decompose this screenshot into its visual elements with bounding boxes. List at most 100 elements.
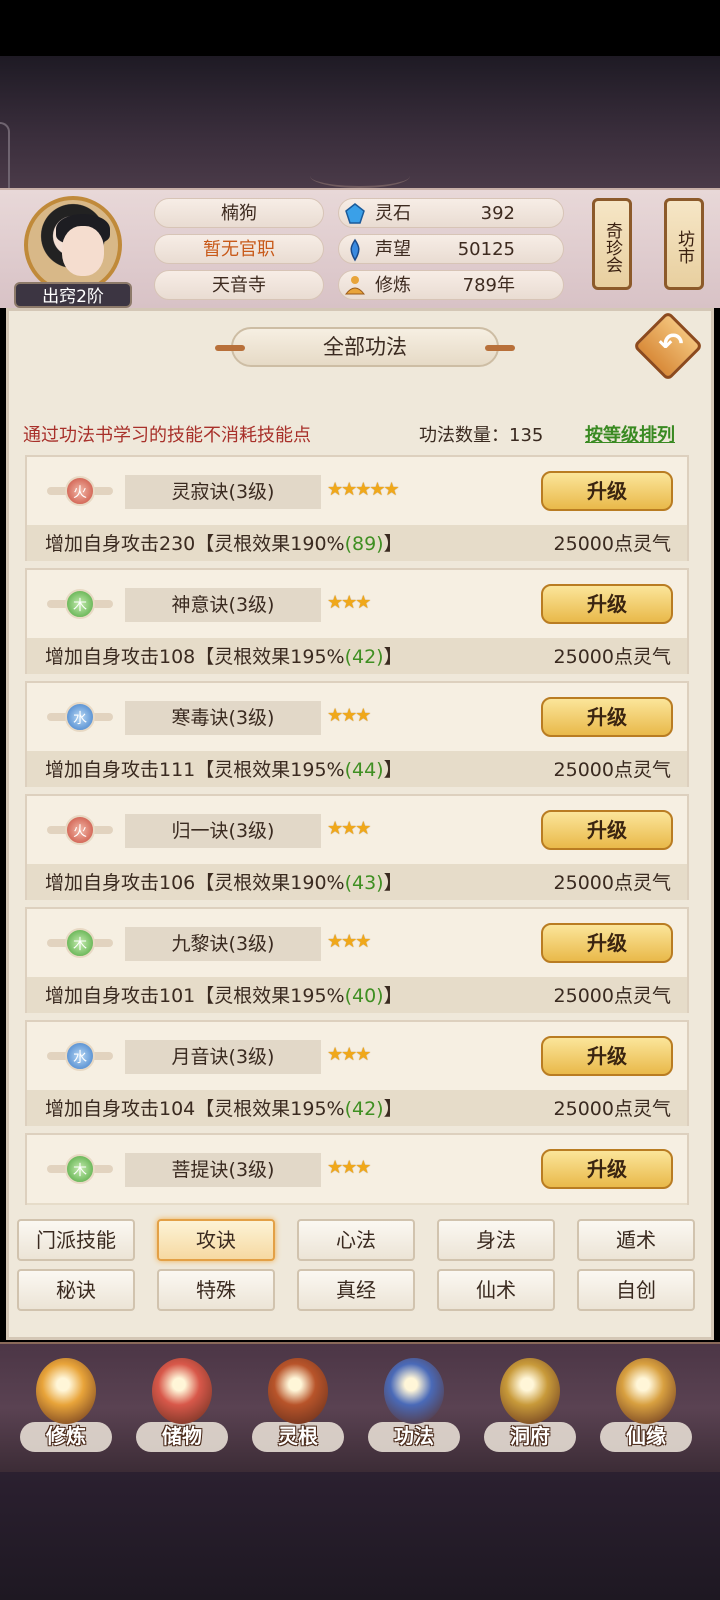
skill-card[interactable]: 火 灵寂诀(3级) ★★★★★ 升级 增加自身攻击230【灵根效果190%(89… (25, 455, 689, 561)
nav-label: 仙缘 (626, 1424, 666, 1448)
skill-effect-close: 】 (383, 872, 403, 894)
skill-cost: 25000点灵气 (553, 533, 671, 555)
category-tab[interactable]: 秘诀 (17, 1269, 135, 1311)
upgrade-button[interactable]: 升级 (541, 584, 673, 624)
avatar-portrait (24, 196, 122, 294)
skill-cost: 25000点灵气 (553, 872, 671, 894)
nav-item[interactable]: 洞府 (478, 1352, 582, 1468)
category-tab[interactable]: 心法 (297, 1219, 415, 1261)
category-tab[interactable]: 遁术 (577, 1219, 695, 1261)
skill-cost: 25000点灵气 (553, 646, 671, 668)
category-tab[interactable]: 身法 (437, 1219, 555, 1261)
star-rating: ★★★ (327, 1157, 371, 1178)
market-button[interactable]: 坊市 (664, 198, 704, 290)
player-bar: 出窍2阶 楠狗 暂无官职 天音寺 灵石 392 声望 50125 修炼 789年… (0, 188, 720, 308)
skill-card[interactable]: 木 神意诀(3级) ★★★ 升级 增加自身攻击108【灵根效果195%(42)】… (25, 568, 689, 674)
star-rating: ★★★ (327, 1044, 371, 1065)
element-icon: 木 (65, 589, 95, 619)
skill-name: 神意诀(3级) (125, 588, 321, 622)
category-tab[interactable]: 真经 (297, 1269, 415, 1311)
gourd-icon (616, 1358, 676, 1424)
sort-by-level-link[interactable]: 按等级排列 (585, 421, 675, 447)
upgrade-button[interactable]: 升级 (541, 923, 673, 963)
spirit-root-icon (268, 1358, 328, 1424)
official-title: 暂无官职 (154, 234, 324, 264)
element-badge: 木 (47, 925, 113, 961)
skill-card-header: 木 神意诀(3级) ★★★ 升级 (27, 570, 687, 638)
skill-card-footer (27, 1203, 687, 1205)
category-tab[interactable]: 仙术 (437, 1269, 555, 1311)
meditation-icon (36, 1358, 96, 1424)
skill-card-header: 水 月音诀(3级) ★★★ 升级 (27, 1022, 687, 1090)
skill-card[interactable]: 木 九黎诀(3级) ★★★ 升级 增加自身攻击101【灵根效果195%(40)】… (25, 907, 689, 1013)
skill-effect: 增加自身攻击104【灵根效果195%(42)】 (45, 1094, 403, 1121)
bottom-nav: 修炼 储物 灵根 功法 洞府 仙缘 (0, 1342, 720, 1472)
skill-card-header: 木 九黎诀(3级) ★★★ 升级 (27, 909, 687, 977)
upgrade-button[interactable]: 升级 (541, 1149, 673, 1189)
upgrade-button[interactable]: 升级 (541, 1036, 673, 1076)
star-rating: ★★★ (327, 592, 371, 613)
skill-effect-bonus: (42) (344, 1098, 384, 1120)
nav-item[interactable]: 仙缘 (594, 1352, 698, 1468)
skill-card-footer: 增加自身攻击108【灵根效果195%(42)】 25000点灵气 (27, 638, 687, 674)
bag-icon (152, 1358, 212, 1424)
skill-card[interactable]: 火 归一诀(3级) ★★★ 升级 增加自身攻击106【灵根效果190%(43)】… (25, 794, 689, 900)
skill-card-header: 水 寒毒诀(3级) ★★★ 升级 (27, 683, 687, 751)
nav-label: 修炼 (46, 1424, 86, 1448)
element-icon: 木 (65, 1154, 95, 1184)
skill-name: 菩提诀(3级) (125, 1153, 321, 1187)
reputation-row: 声望 50125 (338, 234, 564, 264)
skill-effect-bonus: (40) (344, 985, 384, 1007)
skill-card-footer: 增加自身攻击111【灵根效果195%(44)】 25000点灵气 (27, 751, 687, 787)
nav-item[interactable]: 储物 (130, 1352, 234, 1468)
player-name: 楠狗 (154, 198, 324, 228)
upgrade-button[interactable]: 升级 (541, 471, 673, 511)
skill-effect-bonus: (44) (344, 759, 384, 781)
cultivation-label: 修炼 (375, 275, 411, 296)
skill-list[interactable]: 火 灵寂诀(3级) ★★★★★ 升级 增加自身攻击230【灵根效果190%(89… (25, 455, 689, 1205)
reputation-icon (350, 238, 360, 262)
avatar[interactable]: 出窍2阶 (14, 196, 132, 308)
skill-effect-text: 增加自身攻击104【灵根效果195% (45, 1098, 345, 1120)
avatar-face (62, 226, 104, 276)
star-rating: ★★★ (327, 931, 371, 952)
element-badge: 火 (47, 812, 113, 848)
skill-name: 九黎诀(3级) (125, 927, 321, 961)
upgrade-button[interactable]: 升级 (541, 810, 673, 850)
rank-badge: 出窍2阶 (14, 282, 132, 308)
category-tab[interactable]: 攻诀 (157, 1219, 275, 1261)
category-tab[interactable]: 特殊 (157, 1269, 275, 1311)
element-badge: 火 (47, 473, 113, 509)
element-icon: 水 (65, 702, 95, 732)
skill-card[interactable]: 水 寒毒诀(3级) ★★★ 升级 增加自身攻击111【灵根效果195%(44)】… (25, 681, 689, 787)
skill-effect-bonus: (43) (344, 872, 384, 894)
skill-card[interactable]: 水 月音诀(3级) ★★★ 升级 增加自身攻击104【灵根效果195%(42)】… (25, 1020, 689, 1126)
element-icon: 水 (65, 1041, 95, 1071)
spirit-stone-value: 392 (480, 203, 515, 224)
skill-cost: 25000点灵气 (553, 759, 671, 781)
back-arrow-icon: ↶ (658, 327, 684, 362)
header-ornament (310, 164, 410, 188)
nav-item[interactable]: 修炼 (14, 1352, 118, 1468)
skill-card-header: 火 灵寂诀(3级) ★★★★★ 升级 (27, 457, 687, 525)
category-tab[interactable]: 自创 (577, 1269, 695, 1311)
reputation-label: 声望 (375, 239, 411, 260)
skill-effect-text: 增加自身攻击101【灵根效果195% (45, 985, 345, 1007)
spirit-stone-icon (345, 203, 365, 224)
skill-effect-text: 增加自身攻击106【灵根效果190% (45, 872, 345, 894)
element-badge: 木 (47, 586, 113, 622)
cultivation-row: 修炼 789年 (338, 270, 564, 300)
category-tab[interactable]: 门派技能 (17, 1219, 135, 1261)
skill-card[interactable]: 木 菩提诀(3级) ★★★ 升级 (25, 1133, 689, 1205)
skill-effect-bonus: (42) (344, 646, 384, 668)
nav-item[interactable]: 功法 (362, 1352, 466, 1468)
skill-card-header: 火 归一诀(3级) ★★★ 升级 (27, 796, 687, 864)
skill-card-footer: 增加自身攻击230【灵根效果190%(89)】 25000点灵气 (27, 525, 687, 561)
nav-item[interactable]: 灵根 (246, 1352, 350, 1468)
treasure-fair-button[interactable]: 奇珍会 (592, 198, 632, 290)
lower-background (0, 1472, 720, 1600)
skill-name: 归一诀(3级) (125, 814, 321, 848)
book-icon (384, 1358, 444, 1424)
spirit-stone-row: 灵石 392 (338, 198, 564, 228)
upgrade-button[interactable]: 升级 (541, 697, 673, 737)
